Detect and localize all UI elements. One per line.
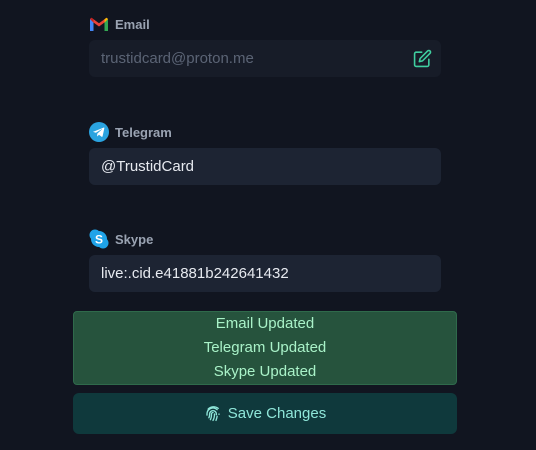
email-input[interactable]: trustidcard@proton.me bbox=[89, 40, 441, 77]
skype-icon: S bbox=[89, 229, 109, 249]
skype-input[interactable]: live:.cid.e41881b242641432 bbox=[89, 255, 441, 292]
telegram-input[interactable]: @TrustidCard bbox=[89, 148, 441, 185]
email-label: Email bbox=[115, 16, 150, 32]
skype-value: live:.cid.e41881b242641432 bbox=[101, 265, 289, 282]
telegram-label-row: Telegram bbox=[89, 122, 441, 142]
success-status-box: Email Updated Telegram Updated Skype Upd… bbox=[73, 311, 457, 385]
email-value: trustidcard@proton.me bbox=[101, 50, 254, 67]
telegram-icon bbox=[89, 122, 109, 142]
gmail-icon bbox=[89, 14, 109, 34]
telegram-value: @TrustidCard bbox=[101, 158, 195, 175]
email-field-group: Email trustidcard@proton.me bbox=[89, 14, 441, 77]
save-changes-button[interactable]: Save Changes bbox=[73, 393, 457, 434]
skype-field-group: S Skype live:.cid.e41881b242641432 bbox=[89, 229, 441, 292]
contact-settings-panel: Email trustidcard@proton.me Telegram @Tr… bbox=[0, 0, 536, 450]
status-line-email: Email Updated bbox=[215, 315, 315, 332]
save-changes-label: Save Changes bbox=[227, 405, 327, 422]
telegram-field-group: Telegram @TrustidCard bbox=[89, 122, 441, 185]
svg-text:S: S bbox=[95, 232, 103, 246]
skype-label: Skype bbox=[115, 231, 154, 247]
fingerprint-icon bbox=[204, 405, 222, 423]
status-line-telegram: Telegram Updated bbox=[203, 339, 327, 356]
email-label-row: Email bbox=[89, 14, 441, 34]
status-line-skype: Skype Updated bbox=[213, 363, 317, 380]
edit-icon[interactable] bbox=[413, 49, 432, 68]
telegram-label: Telegram bbox=[115, 124, 172, 140]
skype-label-row: S Skype bbox=[89, 229, 441, 249]
